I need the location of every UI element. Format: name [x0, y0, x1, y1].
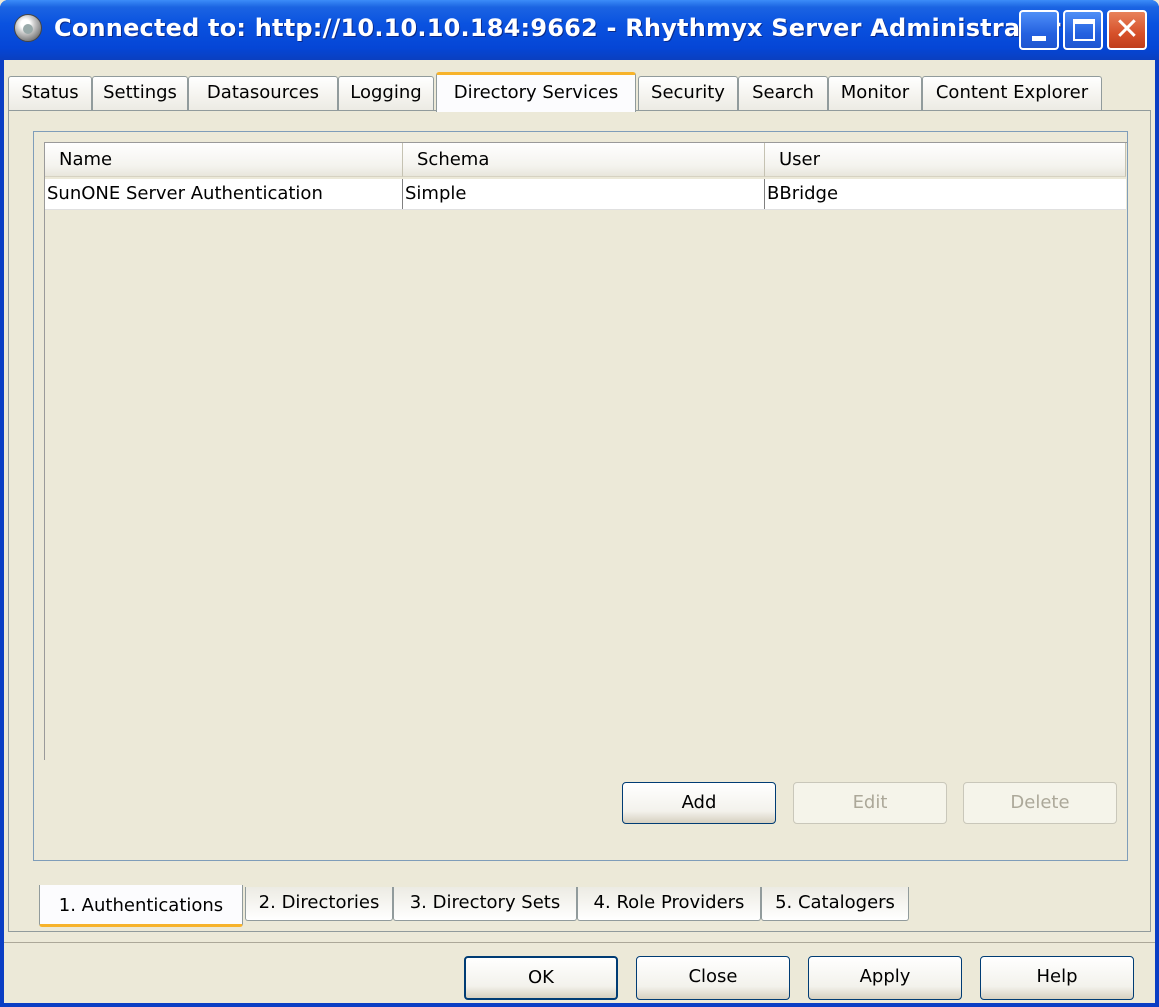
- close-button[interactable]: Close: [636, 956, 790, 1000]
- app-icon: [14, 14, 42, 42]
- close-window-button[interactable]: ✕: [1107, 10, 1147, 50]
- tab-status[interactable]: Status: [8, 76, 92, 110]
- ok-button[interactable]: OK: [464, 956, 618, 1000]
- table-header: Name Schema User: [45, 143, 1126, 177]
- tab-datasources[interactable]: Datasources: [188, 76, 338, 110]
- window-title: Connected to: http://10.10.10.184:9662 -…: [54, 14, 1061, 42]
- tab-settings[interactable]: Settings: [92, 76, 188, 110]
- title-bar[interactable]: Connected to: http://10.10.10.184:9662 -…: [0, 0, 1159, 60]
- authentications-panel: Name Schema User SunONE Server Authentic…: [33, 131, 1128, 861]
- tab-monitor[interactable]: Monitor: [828, 76, 922, 110]
- cell-schema: Simple: [403, 179, 765, 209]
- tab-logging[interactable]: Logging: [338, 76, 434, 110]
- apply-button[interactable]: Apply: [808, 956, 962, 1000]
- tab-content-explorer[interactable]: Content Explorer: [922, 76, 1102, 110]
- help-button[interactable]: Help: [980, 956, 1134, 1000]
- tab-security[interactable]: Security: [638, 76, 738, 110]
- application-window: Connected to: http://10.10.10.184:9662 -…: [0, 0, 1159, 1007]
- edit-button[interactable]: Edit: [793, 782, 947, 824]
- subtab-catalogers[interactable]: 5. Catalogers: [761, 887, 909, 921]
- subtab-role-providers[interactable]: 4. Role Providers: [577, 887, 761, 921]
- tab-search[interactable]: Search: [738, 76, 828, 110]
- minimize-icon: [1032, 36, 1046, 41]
- minimize-button[interactable]: [1019, 10, 1059, 50]
- subtab-directory-sets[interactable]: 3. Directory Sets: [393, 887, 577, 921]
- dialog-body: Status Settings Datasources Logging Dire…: [4, 60, 1155, 1003]
- authentications-table[interactable]: Name Schema User SunONE Server Authentic…: [44, 142, 1127, 760]
- subtab-authentications[interactable]: 1. Authentications: [39, 885, 243, 927]
- tab-directory-services[interactable]: Directory Services: [436, 72, 636, 112]
- maximize-button[interactable]: [1063, 10, 1103, 50]
- table-row[interactable]: SunONE Server Authentication Simple BBri…: [45, 179, 1126, 210]
- cell-name: SunONE Server Authentication: [45, 179, 403, 209]
- delete-button[interactable]: Delete: [963, 782, 1117, 824]
- directory-services-panel: Name Schema User SunONE Server Authentic…: [8, 110, 1151, 932]
- close-icon: ✕: [1114, 12, 1140, 47]
- column-header-user[interactable]: User: [765, 143, 1126, 177]
- maximize-icon: [1073, 19, 1095, 41]
- column-header-schema[interactable]: Schema: [403, 143, 765, 177]
- subtab-directories[interactable]: 2. Directories: [245, 887, 393, 921]
- cell-user: BBridge: [767, 183, 839, 204]
- column-header-name[interactable]: Name: [45, 143, 403, 177]
- add-button[interactable]: Add: [622, 782, 776, 824]
